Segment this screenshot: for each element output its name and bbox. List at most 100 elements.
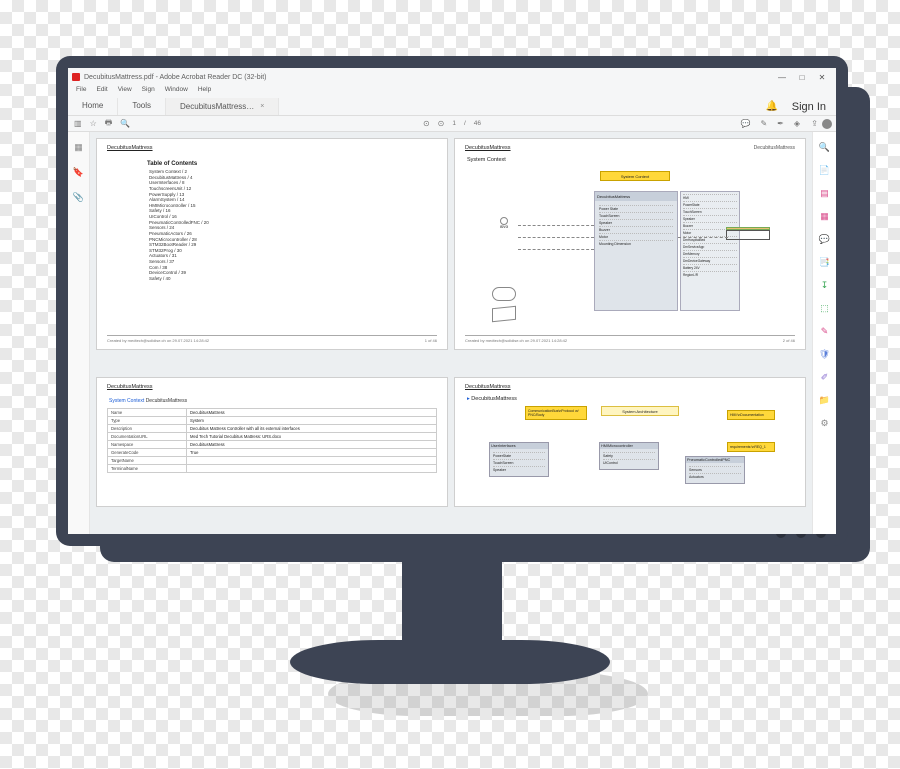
tool-icon[interactable]: ⬚ bbox=[818, 301, 832, 315]
diagram-side-row: Speaker bbox=[683, 215, 737, 222]
diagram-side-block: HMIPowerStateTouchScreenSpeakerBuzzerMot… bbox=[680, 191, 740, 311]
arch-banner: System Architecture bbox=[601, 406, 679, 416]
main-block-title: DecubitusMattress bbox=[595, 192, 677, 201]
diagram-side-row: DmMemory bbox=[683, 250, 737, 257]
diagram-row: Motor bbox=[599, 233, 673, 240]
sidebar-toggle-icon[interactable]: ▥ bbox=[74, 119, 82, 128]
search-icon[interactable]: 🔍 bbox=[120, 119, 130, 128]
menu-window[interactable]: Window bbox=[165, 86, 188, 98]
pdf-page-2: DecubitusMattress DecubitusMattress Syst… bbox=[454, 138, 806, 350]
maximize-button[interactable]: □ bbox=[792, 73, 812, 82]
attachments-icon[interactable]: 📎 bbox=[73, 192, 84, 203]
arch-block: HMIMicrocontrollerSafetyUIControl bbox=[599, 442, 659, 470]
tab-tools[interactable]: Tools bbox=[118, 98, 166, 115]
notifications-icon[interactable]: 🔔 bbox=[762, 98, 782, 115]
comment-icon[interactable]: 💬 bbox=[740, 119, 750, 128]
note-block-right1: HMI:\nDocumentation bbox=[727, 410, 775, 420]
table-row: DescriptionDecubitus Mattress Controller… bbox=[108, 425, 437, 433]
note-block-right2: requirements:\nREQ_1 bbox=[727, 442, 775, 452]
actor-icon: ISVG bbox=[490, 217, 518, 229]
section-system-context: System Context bbox=[467, 157, 795, 163]
tool-icon[interactable]: ▦ bbox=[818, 209, 832, 223]
diagram-row: Mounting Dimension bbox=[599, 240, 673, 247]
page-down-icon[interactable]: ⊙ bbox=[438, 119, 445, 128]
stamp-icon[interactable]: ◈ bbox=[794, 119, 800, 128]
toc-item[interactable]: Safety / 40 bbox=[149, 276, 437, 282]
table-row: TerminalName bbox=[108, 465, 437, 473]
pdf-file-icon bbox=[72, 73, 80, 81]
doc-title-p3: DecubitusMattress bbox=[107, 384, 437, 390]
doc-stamp-p2: DecubitusMattress bbox=[754, 145, 795, 151]
tab-document[interactable]: DecubitusMattress… × bbox=[166, 98, 279, 115]
bookmarks-icon[interactable]: 🔖 bbox=[73, 167, 84, 178]
screen: DecubitusMattress.pdf - Adobe Acrobat Re… bbox=[68, 68, 836, 534]
avatar-icon[interactable] bbox=[822, 119, 832, 129]
system-context-diagram: System Context DecubitusMattress Power S… bbox=[490, 167, 770, 347]
properties-table: NameDecubitusMattressTypeSystemDescripti… bbox=[107, 408, 437, 473]
diagram-side-row: Battery 24V bbox=[683, 264, 737, 271]
diagram-row: TouchScreen bbox=[599, 212, 673, 219]
menu-help[interactable]: Help bbox=[198, 86, 211, 98]
close-window-button[interactable]: ✕ bbox=[812, 73, 832, 82]
print-icon[interactable]: 🖶 bbox=[105, 117, 113, 131]
tool-icon[interactable]: 📁 bbox=[818, 393, 832, 407]
footer-created-p2: Created by medtech@solidise.ch on 29.07.… bbox=[465, 338, 567, 343]
diagram-side-row: DmDeviceGateway bbox=[683, 257, 737, 264]
menu-view[interactable]: View bbox=[118, 86, 132, 98]
right-tool-strip: 🔍 📄 ▤ ▦ 💬 📑 ↧ ⬚ ✎ 🛡 ✐ 📁 ⚙ bbox=[812, 132, 836, 534]
menu-file[interactable]: File bbox=[76, 86, 86, 98]
monitor-stand-neck bbox=[402, 546, 502, 666]
window-titlebar: DecubitusMattress.pdf - Adobe Acrobat Re… bbox=[68, 68, 836, 86]
footer-created: Created by medtech@solidise.ch on 29.07.… bbox=[107, 338, 209, 343]
tool-icon[interactable]: 📄 bbox=[818, 163, 832, 177]
arch-block: PneumaticControlledPNCSensorsActuators bbox=[685, 456, 745, 484]
thumbnails-icon[interactable]: ▦ bbox=[74, 142, 83, 153]
menu-bar: File Edit View Sign Window Help bbox=[68, 86, 836, 98]
diagram-row: Speaker bbox=[599, 219, 673, 226]
tab-bar: Home Tools DecubitusMattress… × 🔔 Sign I… bbox=[68, 98, 836, 116]
toc-heading: Table of Contents bbox=[147, 161, 437, 167]
diagram-banner: System Context bbox=[600, 171, 670, 181]
diagram-side-row: TouchScreen bbox=[683, 208, 737, 215]
pdf-page-1: DecubitusMattress Table of Contents Syst… bbox=[96, 138, 448, 350]
diagram-side-row: HMI bbox=[683, 194, 737, 201]
bed-icon bbox=[726, 227, 770, 247]
diagram-side-row: RegionL/R bbox=[683, 271, 737, 278]
minimize-button[interactable]: — bbox=[772, 73, 792, 82]
table-row: TypeSystem bbox=[108, 417, 437, 425]
window-title: DecubitusMattress.pdf - Adobe Acrobat Re… bbox=[84, 74, 266, 81]
tool-icon[interactable]: ↧ bbox=[818, 278, 832, 292]
page-grid: DecubitusMattress Table of Contents Syst… bbox=[90, 132, 812, 534]
share-icon[interactable]: ⇪ bbox=[811, 119, 818, 129]
tool-icon[interactable]: ✐ bbox=[818, 370, 832, 384]
tool-icon[interactable]: 🛡 bbox=[818, 347, 832, 361]
menu-sign[interactable]: Sign bbox=[142, 86, 155, 98]
table-row: GenerateCodeTrue bbox=[108, 449, 437, 457]
tool-icon[interactable]: ⚙ bbox=[818, 416, 832, 430]
tool-icon[interactable]: ✎ bbox=[818, 324, 832, 338]
doc-title-p4: DecubitusMattress bbox=[465, 384, 795, 390]
tool-icon[interactable]: 🔍 bbox=[818, 140, 832, 154]
monitor-bezel: DecubitusMattress.pdf - Adobe Acrobat Re… bbox=[56, 56, 848, 546]
tool-icon[interactable]: 📑 bbox=[818, 255, 832, 269]
menu-edit[interactable]: Edit bbox=[96, 86, 107, 98]
diagram-row: Power State bbox=[599, 205, 673, 212]
sign-icon[interactable]: ✒ bbox=[777, 119, 784, 128]
tool-icon[interactable]: ▤ bbox=[818, 186, 832, 200]
breadcrumb-link[interactable]: System Context DecubitusMattress bbox=[109, 398, 437, 404]
sign-in-button[interactable]: Sign In bbox=[782, 98, 836, 115]
toc-list: System Context / 2DecubitusMattress / 4U… bbox=[149, 169, 437, 282]
table-row: TargetName bbox=[108, 457, 437, 465]
cloud-icon bbox=[492, 287, 516, 301]
tab-home[interactable]: Home bbox=[68, 98, 118, 115]
page-up-icon[interactable]: ⊙ bbox=[423, 119, 430, 128]
table-row: NamespaceDecubitusMattress bbox=[108, 441, 437, 449]
page-total: 46 bbox=[474, 120, 481, 127]
tool-icon[interactable]: 💬 bbox=[818, 232, 832, 246]
star-icon[interactable]: ☆ bbox=[90, 119, 97, 128]
diagram-main-block: DecubitusMattress Power StateTouchScreen… bbox=[594, 191, 678, 311]
tab-document-label: DecubitusMattress… bbox=[180, 102, 254, 111]
highlight-icon[interactable]: ✎ bbox=[760, 119, 767, 128]
tab-close-icon[interactable]: × bbox=[260, 103, 264, 110]
page-current[interactable]: 1 bbox=[452, 120, 456, 127]
